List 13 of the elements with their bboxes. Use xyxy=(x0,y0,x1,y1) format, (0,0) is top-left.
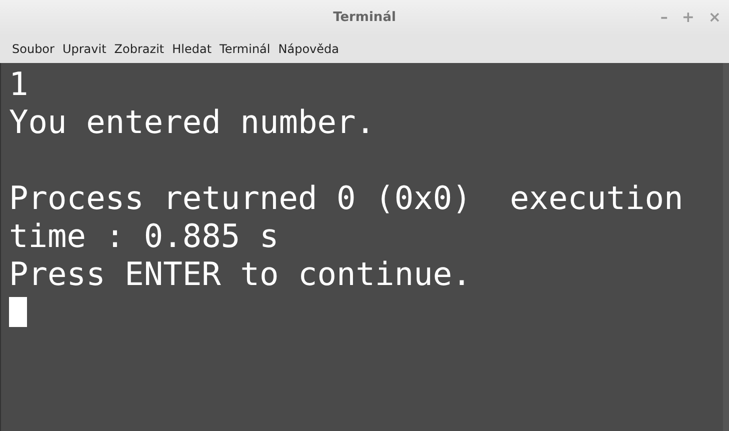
window-title: Terminál xyxy=(333,10,396,25)
terminal-line: You entered number. xyxy=(9,103,376,141)
terminal-line: 1 xyxy=(9,65,28,103)
menu-item[interactable]: Upravit xyxy=(58,42,110,56)
scrollbar[interactable] xyxy=(723,63,729,431)
terminal-line: time : 0.885 s xyxy=(9,217,279,255)
menu-item[interactable]: Terminál xyxy=(216,42,274,56)
menu-item[interactable]: Nápověda xyxy=(274,42,343,56)
menu-item[interactable]: Hledat xyxy=(168,42,216,56)
menu-item[interactable]: Zobrazit xyxy=(110,42,168,56)
terminal-line: Press ENTER to continue. xyxy=(9,255,472,293)
terminal-line: Process returned 0 (0x0) execution xyxy=(9,179,684,217)
menu-item[interactable]: Soubor xyxy=(8,42,58,56)
